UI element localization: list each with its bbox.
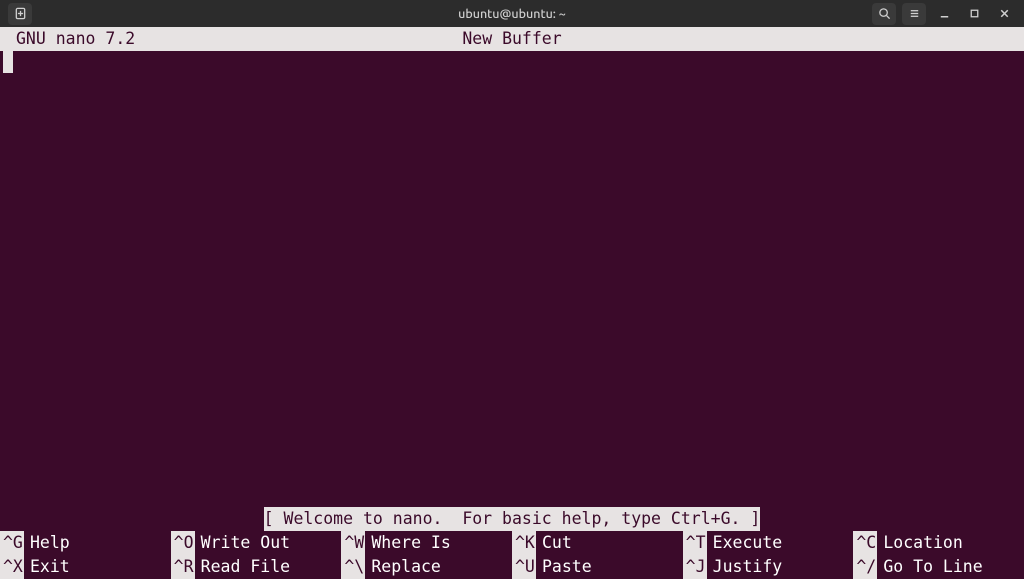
nano-title-bar: GNU nano 7.2 New Buffer	[0, 27, 1024, 51]
shortcut-key: ^T	[683, 531, 707, 555]
window-title: ubuntu@ubuntu: ~	[458, 7, 566, 21]
shortcut-key: ^R	[171, 555, 195, 579]
text-cursor	[3, 51, 13, 73]
shortcut-label: Exit	[30, 555, 70, 579]
shortcut-key: ^J	[683, 555, 707, 579]
terminal-area[interactable]: GNU nano 7.2 New Buffer [ Welcome to nan…	[0, 27, 1024, 579]
shortcut-label: Justify	[713, 555, 783, 579]
shortcut-replace: ^\ Replace	[341, 555, 512, 579]
shortcut-label: Location	[883, 531, 962, 555]
shortcut-label: Replace	[371, 555, 441, 579]
maximize-button[interactable]	[962, 3, 986, 25]
shortcut-label: Write Out	[201, 531, 290, 555]
shortcut-key: ^G	[0, 531, 24, 555]
shortcut-label: Execute	[713, 531, 783, 555]
shortcut-where-is: ^W Where Is	[341, 531, 512, 555]
status-message: [ Welcome to nano. For basic help, type …	[264, 507, 761, 531]
editor-body[interactable]	[0, 51, 1024, 507]
nano-version: GNU nano 7.2	[16, 27, 135, 51]
shortcut-key: ^X	[0, 555, 24, 579]
shortcut-label: Read File	[201, 555, 290, 579]
nano-buffer-name: New Buffer	[462, 27, 561, 51]
hamburger-icon[interactable]	[902, 3, 926, 25]
shortcut-key: ^O	[171, 531, 195, 555]
shortcut-label: Go To Line	[883, 555, 982, 579]
search-icon[interactable]	[872, 3, 896, 25]
shortcut-label: Where Is	[371, 531, 450, 555]
shortcut-bar: ^G Help ^X Exit ^O Write Out ^R Read Fil…	[0, 531, 1024, 579]
shortcut-exit: ^X Exit	[0, 555, 171, 579]
shortcut-help: ^G Help	[0, 531, 171, 555]
shortcut-key: ^/	[853, 555, 877, 579]
minimize-button[interactable]	[932, 3, 956, 25]
shortcut-key: ^C	[853, 531, 877, 555]
shortcut-read-file: ^R Read File	[171, 555, 342, 579]
shortcut-label: Help	[30, 531, 70, 555]
shortcut-key: ^U	[512, 555, 536, 579]
shortcut-label: Paste	[542, 555, 592, 579]
close-button[interactable]	[992, 3, 1016, 25]
shortcut-justify: ^J Justify	[683, 555, 854, 579]
shortcut-key: ^K	[512, 531, 536, 555]
new-tab-icon[interactable]	[8, 3, 32, 25]
shortcut-location: ^C Location	[853, 531, 1024, 555]
shortcut-key: ^W	[341, 531, 365, 555]
status-bar: [ Welcome to nano. For basic help, type …	[0, 507, 1024, 531]
shortcut-cut: ^K Cut	[512, 531, 683, 555]
shortcut-write-out: ^O Write Out	[171, 531, 342, 555]
window-titlebar: ubuntu@ubuntu: ~	[0, 0, 1024, 27]
shortcut-execute: ^T Execute	[683, 531, 854, 555]
shortcut-key: ^\	[341, 555, 365, 579]
shortcut-goto-line: ^/ Go To Line	[853, 555, 1024, 579]
shortcut-label: Cut	[542, 531, 572, 555]
shortcut-paste: ^U Paste	[512, 555, 683, 579]
